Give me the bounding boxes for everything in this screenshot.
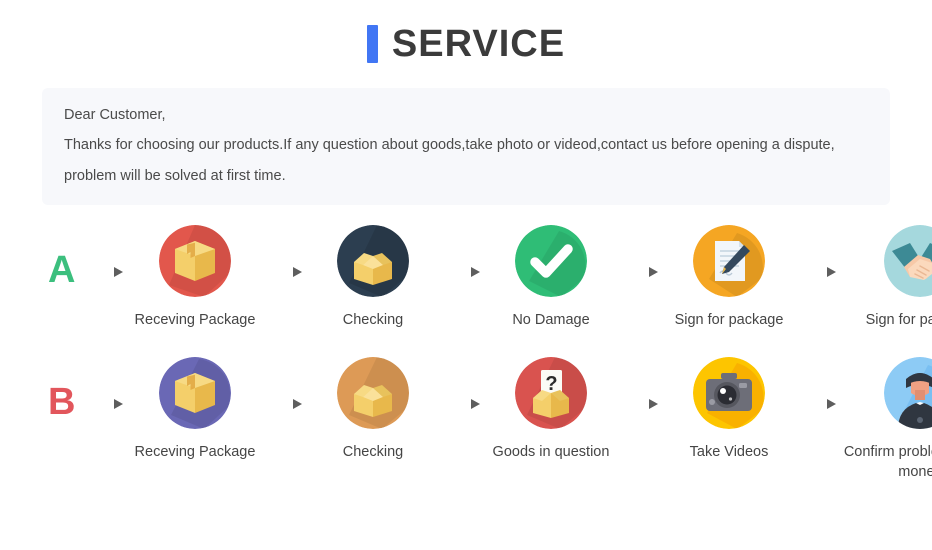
arrow-icon	[440, 397, 484, 411]
step-label: Take Videos	[689, 443, 769, 460]
notice-line-1: Dear Customer,	[64, 107, 166, 123]
flow-row-b: B Receving Package Checking ? Goods in q…	[0, 356, 932, 482]
flow-step: Sign for package	[840, 225, 932, 331]
flow-step: Checking	[306, 356, 440, 463]
flow-letter-a: A	[48, 249, 76, 292]
step-label: Checking	[342, 443, 404, 460]
support-person-icon	[884, 356, 932, 429]
arrow-icon	[82, 265, 128, 279]
step-label: Goods in question	[492, 443, 610, 460]
step-label: No Damage	[512, 312, 590, 329]
package-box-icon	[159, 225, 231, 298]
arrow-icon	[440, 265, 484, 279]
step-label: Receving Package	[134, 443, 256, 460]
arrow-icon	[618, 265, 662, 279]
package-box-icon	[159, 356, 231, 429]
step-label: Confirm problem,refund money	[843, 443, 932, 480]
camera-icon	[693, 356, 765, 429]
flow-step: No Damage	[484, 225, 618, 331]
title-text: SERVICE	[391, 22, 566, 65]
open-box-icon	[337, 225, 409, 298]
flow-step: ? Goods in question	[484, 356, 618, 463]
flow-step: Receving Package	[128, 225, 262, 331]
step-label: Sign for package	[865, 312, 932, 329]
arrow-icon	[796, 265, 840, 279]
flow-letter-b: B	[48, 380, 76, 423]
title-accent-bar	[366, 25, 378, 63]
document-sign-icon	[693, 225, 765, 298]
arrow-icon	[262, 265, 306, 279]
notice-line-2: Thanks for choosing our products.If any …	[64, 137, 835, 154]
notice-line-3: problem will be solved at first time.	[64, 167, 286, 184]
check-mark-icon	[515, 225, 587, 298]
arrow-icon	[82, 397, 128, 411]
question-box-icon: ?	[515, 356, 587, 429]
flow-step: Sign for package	[662, 225, 796, 331]
step-label: Checking	[342, 312, 404, 329]
flow-step: Checking	[306, 225, 440, 331]
arrow-icon	[796, 397, 840, 411]
flow-row-a: A Receving Package Checking No Damage Si…	[0, 225, 932, 331]
handshake-icon	[884, 225, 932, 298]
flow-step: Receving Package	[128, 356, 262, 463]
arrow-icon	[618, 397, 662, 411]
flow-step: Take Videos	[662, 356, 796, 463]
page-title: SERVICE	[0, 0, 932, 88]
flow-step: Confirm problem,refund money	[840, 356, 932, 482]
arrow-icon	[262, 397, 306, 411]
step-label: Receving Package	[134, 312, 256, 329]
step-label: Sign for package	[674, 312, 784, 329]
open-box-icon	[337, 356, 409, 429]
customer-notice-panel: Dear Customer, Thanks for choosing our p…	[42, 88, 890, 206]
